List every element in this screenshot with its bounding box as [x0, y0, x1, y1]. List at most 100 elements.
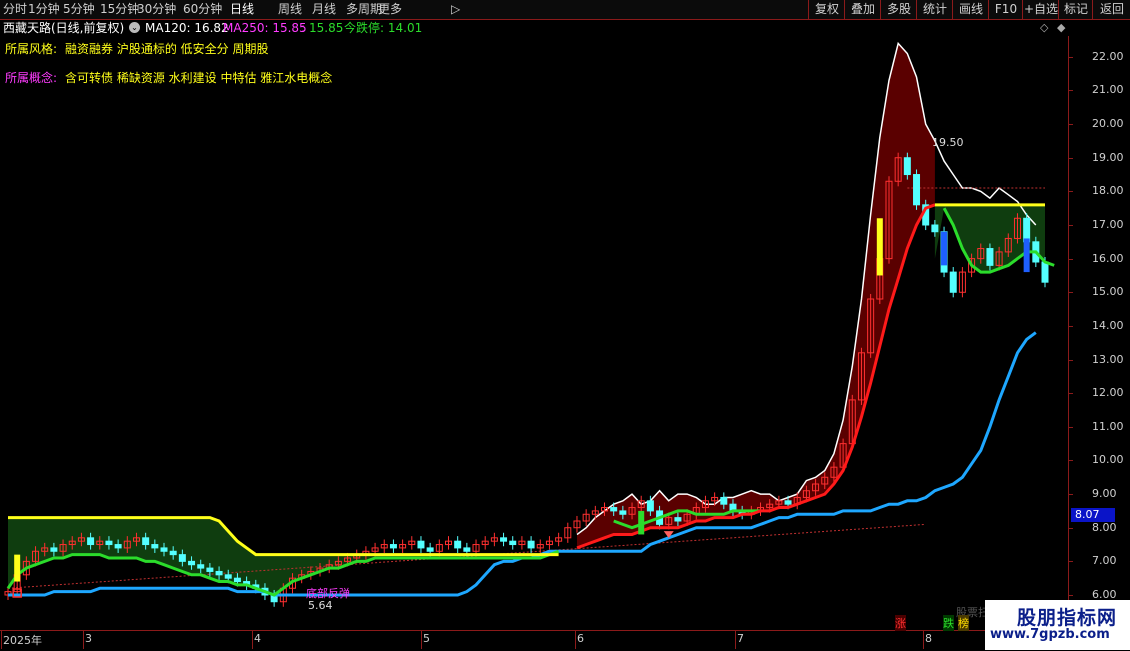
toolbar-item-8[interactable]: 月线 [312, 1, 336, 18]
ma-separator: : [301, 21, 306, 35]
toolbar-right-item-4[interactable]: 画线 [952, 0, 989, 19]
blue-signal-bar-2 [1023, 238, 1030, 273]
y-tick-label-1: 7.00 [1092, 554, 1117, 568]
y-tick-mark-0 [1068, 595, 1073, 596]
high-annotation: 19.50 [932, 136, 964, 149]
x-tick-label-4: 6 [577, 632, 584, 645]
y-tick-label-10: 16.00 [1092, 251, 1124, 265]
toolbar-item-1[interactable]: 1分钟 [28, 1, 60, 18]
toolbar-item-3[interactable]: 15分钟 [100, 1, 139, 18]
candle-body-70 [646, 500, 654, 512]
candle-body-22 [206, 567, 214, 572]
y-tick-mark-8 [1068, 325, 1073, 327]
x-tick-mark-2 [252, 631, 253, 649]
y-tick-mark-9 [1068, 292, 1073, 294]
y-tick-mark-14 [1068, 124, 1073, 126]
y-tick-mark-13 [1068, 157, 1073, 159]
last-price-tag: 8.07 [1071, 508, 1115, 522]
y-tick-label-7: 13.00 [1092, 352, 1124, 366]
toolbar-right-item-7[interactable]: 标记 [1058, 0, 1093, 19]
candle-body-78 [720, 496, 728, 505]
candle-body-23 [215, 570, 223, 576]
settings-circle-icon[interactable]: ⌄ [129, 22, 140, 33]
candle-body-99 [913, 174, 921, 206]
toolbar-right-item-0[interactable]: 复权 [808, 0, 845, 19]
x-tick-label-2: 4 [254, 632, 261, 645]
candle-body-25 [233, 577, 241, 583]
price-chart[interactable] [0, 0, 1130, 650]
blue-signal-bar-1 [941, 231, 948, 266]
candle-body-12 [114, 544, 122, 549]
candle-body-17 [160, 547, 168, 552]
watermark-url: www.7gpzb.com [990, 627, 1110, 642]
limit-down-label: 今跌停: 14.01 [344, 21, 423, 35]
candle-body-9 [87, 537, 95, 546]
x-tick-label-1: 3 [85, 632, 92, 645]
toolbar-item-0[interactable]: 分时 [3, 1, 27, 18]
y-tick-label-13: 19.00 [1092, 150, 1124, 164]
y-tick-label-16: 22.00 [1092, 49, 1124, 63]
green-signal-bar [638, 510, 645, 535]
more-arrow-icon[interactable]: ▷ [451, 1, 460, 18]
ma120-label: MA120: 16.82 [145, 21, 229, 35]
candle-body-21 [197, 564, 205, 569]
toolbar-right-item-6[interactable]: +自选 [1022, 0, 1059, 19]
x-axis: 2025年 3 4 5 6 7 8 [0, 630, 1068, 651]
y-tick-label-3: 9.00 [1092, 487, 1117, 501]
chart-title: 西藏天路(日线,前复权) [3, 21, 125, 35]
watermark-title: 股朋指标网 [1017, 607, 1118, 629]
candle-body-49 [454, 540, 462, 549]
x-tick-mark-1 [83, 631, 84, 649]
x-tick-mark-6 [923, 631, 924, 649]
candle-body-73 [674, 517, 682, 522]
y-tick-mark-7 [1068, 359, 1073, 361]
y-tick-label-14: 20.00 [1092, 117, 1124, 131]
candle-body-16 [151, 544, 159, 549]
style-value: 融资融券 沪股通标的 低安全分 周期股 [65, 42, 269, 56]
x-tick-label-5: 7 [737, 632, 744, 645]
toolbar-item-2[interactable]: 5分钟 [63, 1, 95, 18]
candle-body-5 [50, 547, 58, 552]
y-tick-mark-1 [1068, 561, 1073, 563]
toolbar-right-item-2[interactable]: 多股 [880, 0, 917, 19]
toolbar-right-item-8[interactable]: 返回 [1092, 0, 1130, 19]
candle-body-18 [169, 550, 177, 556]
concept-value: 含可转债 稀缺资源 水利建设 中特估 雅江水电概念 [65, 71, 333, 85]
y-tick-mark-11 [1068, 225, 1073, 226]
candle-body-113 [1041, 261, 1049, 283]
concept-label: 所属概念: [5, 71, 58, 85]
diamond-icon-1[interactable]: ◇ [1040, 21, 1048, 34]
y-tick-mark-10 [1068, 258, 1073, 260]
candle-body-20 [188, 560, 196, 566]
y-tick-mark-2 [1068, 527, 1073, 529]
candle-body-54 [500, 537, 508, 542]
toolbar-item-7[interactable]: 周线 [278, 1, 302, 18]
x-tick-mark-4 [575, 631, 576, 649]
ma250-label: MA250: 15.85 [223, 21, 307, 35]
die-marker: 跌 [943, 615, 954, 631]
candle-body-24 [224, 574, 232, 579]
candle-body-45 [417, 540, 425, 549]
y-tick-mark-16 [1068, 56, 1073, 58]
y-tick-label-5: 11.00 [1092, 419, 1124, 433]
toolbar-right-item-3[interactable]: 统计 [916, 0, 953, 19]
toolbar-item-9[interactable]: 多周期 [346, 1, 382, 18]
candle-body-67 [619, 510, 627, 515]
y-axis-line [1068, 36, 1069, 630]
toolbar-right-item-1[interactable]: 叠加 [844, 0, 881, 19]
x-tick-mark-3 [421, 631, 422, 649]
zhang-marker: 涨 [895, 615, 906, 631]
red-envelope-fill [577, 43, 935, 548]
toolbar-item-4[interactable]: 30分钟 [137, 1, 176, 18]
x-tick-label-0: 2025年 [3, 634, 42, 647]
toolbar-right-item-5[interactable]: F10 [988, 0, 1023, 19]
y-tick-label-8: 14.00 [1092, 318, 1124, 332]
candle-body-111 [1023, 217, 1031, 243]
toolbar-item-5[interactable]: 60分钟 [183, 1, 222, 18]
toolbar-item-10[interactable]: 更多 [378, 1, 402, 18]
yellow-signal-bar-left [14, 554, 21, 582]
bang-marker: 榜 [958, 615, 969, 631]
toolbar-item-6[interactable]: 日线 [230, 1, 254, 18]
y-tick-mark-3 [1068, 494, 1073, 496]
diamond-icon-2[interactable]: ◆ [1057, 21, 1065, 34]
